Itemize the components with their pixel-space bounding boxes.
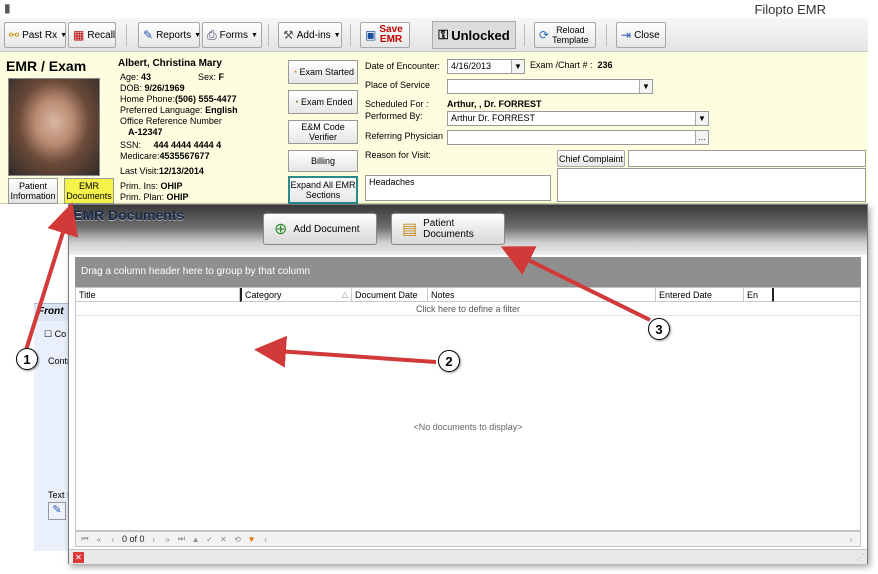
arrow-2: [254, 335, 437, 368]
callout-3: 3: [648, 318, 670, 340]
callout-2: 2: [438, 350, 460, 372]
arrow-1: [24, 202, 79, 351]
annotation-arrows: [24, 202, 651, 368]
arrow-3: [500, 246, 651, 322]
callout-1: 1: [16, 348, 38, 370]
